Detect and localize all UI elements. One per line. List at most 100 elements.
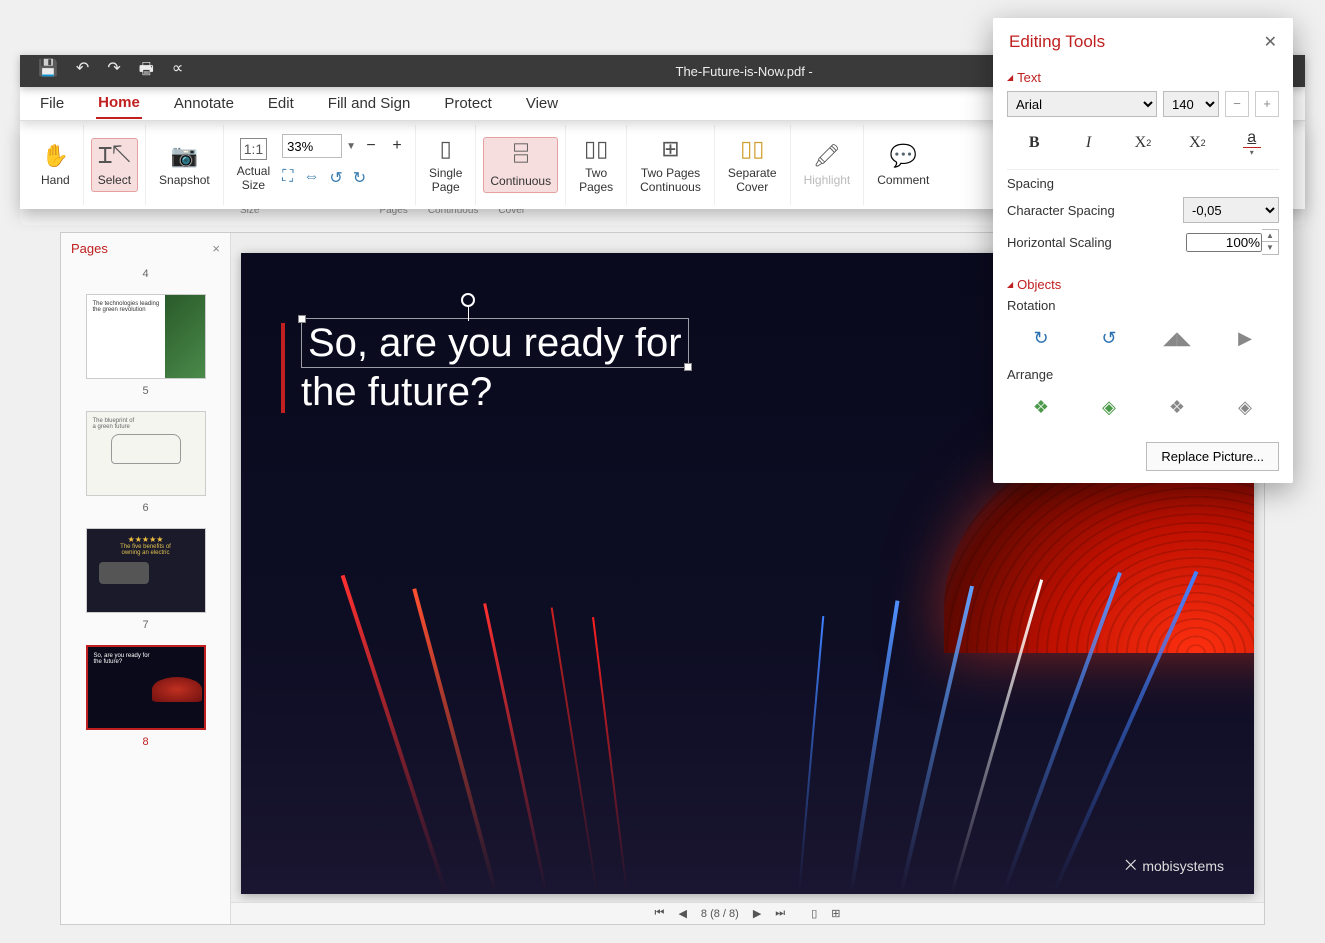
camera-icon: 📷 [171, 143, 198, 169]
send-backward-button[interactable]: ❖ [1157, 392, 1197, 422]
comment-button[interactable]: 💬 Comment [871, 139, 935, 191]
bring-forward-button[interactable]: ◈ [1089, 392, 1129, 422]
prev-page-icon[interactable]: ◀ [678, 907, 686, 920]
arrange-label: Arrange [1007, 367, 1279, 382]
zoom-dropdown-icon[interactable]: ▼ [346, 141, 356, 152]
next-page-icon[interactable]: ▶ [753, 907, 761, 920]
separate-cover-label: Separate Cover [728, 166, 777, 194]
hand-label: Hand [41, 173, 70, 187]
two-pages-continuous-button[interactable]: ⊞Two Pages Continuous [634, 132, 707, 198]
tab-annotate[interactable]: Annotate [172, 89, 236, 118]
text-section-label[interactable]: Text [1007, 70, 1279, 85]
road-image [241, 522, 1254, 894]
rotation-handle[interactable] [461, 293, 475, 307]
h-scaling-up[interactable]: ▲ [1262, 230, 1278, 242]
rotate-ccw-button[interactable]: ↺ [1089, 323, 1129, 353]
char-spacing-select[interactable]: -0,05 [1183, 197, 1279, 223]
italic-button[interactable]: I [1072, 129, 1106, 157]
hand-icon: ✋ [42, 143, 69, 169]
hand-button[interactable]: ✋ Hand [35, 139, 76, 191]
font-size-plus[interactable]: + [1255, 91, 1279, 117]
subscript-button[interactable]: X2 [1126, 129, 1160, 157]
char-spacing-label: Character Spacing [1007, 203, 1115, 218]
last-page-icon[interactable]: ⏭ [775, 907, 785, 920]
superscript-button[interactable]: X2 [1180, 129, 1214, 157]
actual-size-button[interactable]: 1:1Actual Size [231, 134, 276, 196]
continuous-button[interactable]: Continuous [483, 137, 558, 193]
view-mode-icon[interactable]: ▯ [811, 907, 817, 920]
tab-fillsign[interactable]: Fill and Sign [326, 89, 413, 118]
h-scaling-down[interactable]: ▼ [1262, 242, 1278, 254]
mobisystems-logo: ⨉mobisystems [1125, 857, 1224, 874]
undo-icon[interactable]: ↶ [76, 58, 89, 85]
page-indicator: 8 (8 / 8) [701, 908, 739, 920]
spacing-label: Spacing [1007, 176, 1279, 191]
selected-textbox[interactable]: So, are you ready for the future? [301, 318, 689, 416]
thumb-8-text: So, are you ready for the future? [94, 653, 198, 665]
editing-tools-panel[interactable]: Editing Tools ✕ Text Arial 140 − + B I X2… [993, 18, 1293, 483]
two-pages-icon: ▯▯ [584, 136, 608, 162]
flip-h-button[interactable]: ◢◣ [1157, 323, 1197, 353]
h-scaling-input[interactable] [1186, 233, 1262, 252]
close-icon[interactable]: × [212, 241, 220, 256]
tab-home[interactable]: Home [96, 88, 142, 119]
actual-size-label: Actual Size [237, 164, 270, 192]
view-mode2-icon[interactable]: ⊞ [831, 907, 840, 920]
separate-cover-icon: ▯▯ [740, 136, 764, 162]
rotation-label: Rotation [1007, 298, 1279, 313]
snapshot-label: Snapshot [159, 173, 210, 187]
replace-picture-button[interactable]: Replace Picture... [1146, 442, 1279, 471]
tab-file[interactable]: File [38, 89, 66, 118]
accent-bar [281, 323, 285, 413]
select-button[interactable]: Ꮖ↖Select [91, 138, 138, 192]
bring-front-button[interactable]: ❖ [1021, 392, 1061, 422]
two-pages-label: Two Pages [579, 166, 613, 194]
text-color-button[interactable]: a▾ [1235, 129, 1269, 157]
fit-width-icon[interactable]: ⇔ [303, 168, 319, 188]
comment-icon: 💬 [890, 143, 917, 169]
print-icon[interactable]: 🖶 [139, 58, 154, 85]
save-icon[interactable]: 💾 [38, 58, 58, 85]
text-line1[interactable]: So, are you ready for [301, 318, 689, 368]
flip-v-button[interactable]: ▶ [1225, 323, 1265, 353]
panel-title: Editing Tools [1009, 32, 1105, 52]
zoom-input[interactable] [282, 134, 342, 158]
bold-button[interactable]: B [1017, 129, 1051, 157]
send-back-button[interactable]: ◈ [1225, 392, 1265, 422]
share-icon[interactable]: ∝ [172, 58, 183, 85]
panel-close-icon[interactable]: ✕ [1264, 32, 1277, 52]
fit-page-icon[interactable]: ⛶ [282, 168, 293, 188]
separate-cover-button[interactable]: ▯▯ Separate Cover [722, 132, 783, 198]
highlight-label: Highlight [804, 173, 851, 187]
font-size-minus[interactable]: − [1225, 91, 1249, 117]
font-select[interactable]: Arial [1007, 91, 1157, 117]
continuous-label: Continuous [490, 174, 551, 188]
redo-icon[interactable]: ↷ [107, 58, 120, 85]
rotate-cw-icon[interactable]: ↻ [353, 168, 366, 188]
zoom-out-button[interactable]: − [360, 137, 382, 155]
single-page-icon: ▯ [440, 136, 452, 162]
pages-title: Pages [71, 241, 108, 256]
highlight-icon: 🖍 [813, 143, 841, 169]
snapshot-button[interactable]: 📷 Snapshot [153, 139, 216, 191]
page-num-8: 8 [142, 736, 148, 748]
tab-protect[interactable]: Protect [442, 89, 494, 118]
tab-view[interactable]: View [524, 89, 560, 118]
tab-edit[interactable]: Edit [266, 89, 296, 118]
two-pages-button[interactable]: ▯▯ Two Pages [573, 132, 619, 198]
font-size-select[interactable]: 140 [1163, 91, 1219, 117]
thumb-5[interactable]: The blueprint of a green future [86, 411, 206, 496]
thumb-4[interactable]: The technologies leading the green revol… [86, 294, 206, 379]
thumb-6[interactable]: ★★★★★The five benefits of owning an elec… [86, 528, 206, 613]
rotate-cw-button[interactable]: ↻ [1021, 323, 1061, 353]
highlight-button[interactable]: 🖍 Highlight [798, 139, 857, 191]
single-page-button[interactable]: ▯Single Page [423, 132, 468, 198]
objects-section-label[interactable]: Objects [1007, 277, 1279, 292]
rotate-ccw-icon[interactable]: ↺ [329, 168, 342, 188]
text-line2: the future? [301, 370, 492, 414]
thumb-8[interactable]: So, are you ready for the future? [86, 645, 206, 730]
two-pages-cont-label: Two Pages Continuous [640, 166, 701, 194]
zoom-in-button[interactable]: + [386, 137, 408, 155]
first-page-icon[interactable]: ⏮ [655, 907, 665, 920]
comment-label: Comment [877, 173, 929, 187]
